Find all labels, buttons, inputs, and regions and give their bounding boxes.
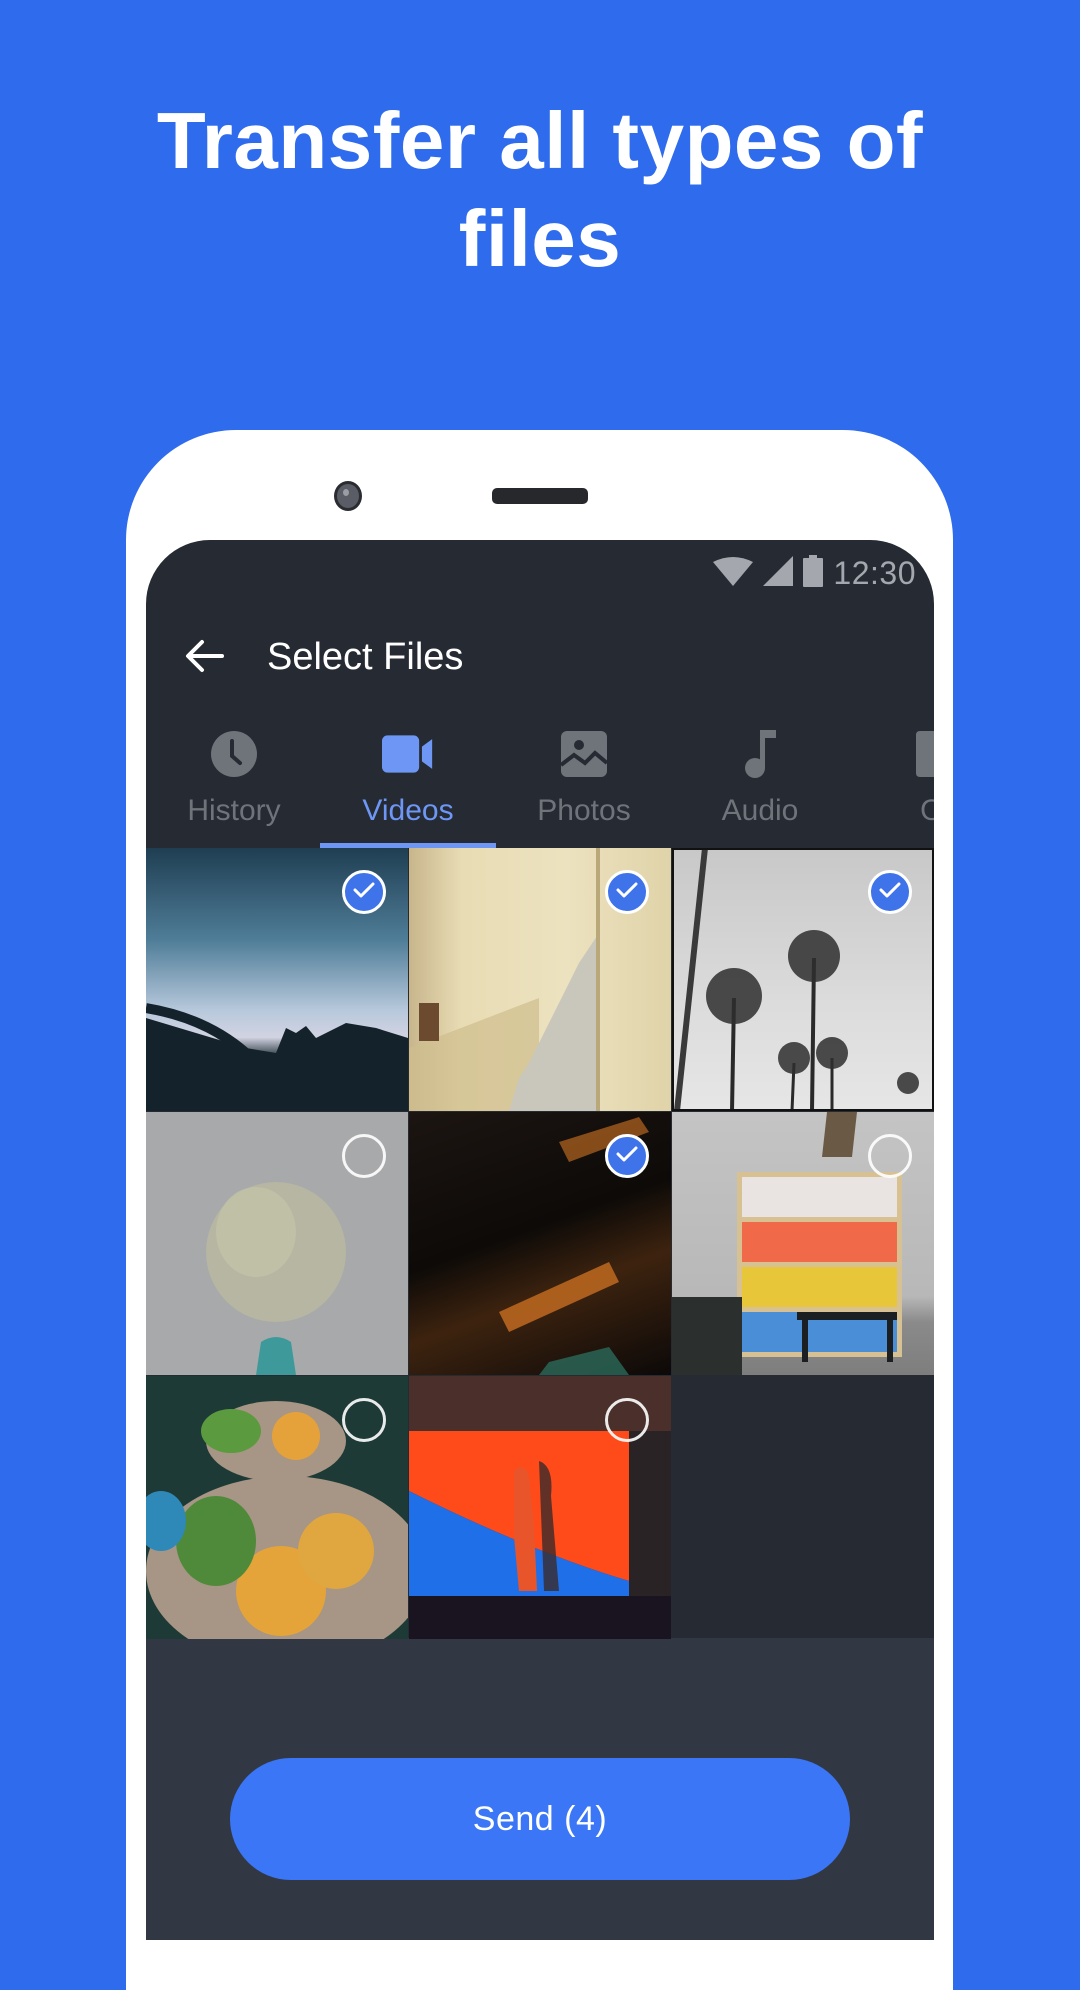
video-thumbnail[interactable] (672, 1112, 934, 1375)
tab-label: History (187, 794, 281, 827)
cell-signal-icon (763, 555, 794, 591)
status-time: 12:30 (833, 554, 916, 591)
battery-icon (803, 554, 824, 592)
tab-photos[interactable]: Photos (496, 710, 672, 848)
selection-checkbox[interactable] (342, 1134, 386, 1178)
checkmark-icon (879, 881, 901, 904)
video-thumbnail[interactable] (409, 1112, 671, 1375)
tab-label: Photos (537, 794, 631, 827)
headline: Transfer all types of files (0, 92, 1080, 288)
selection-checkbox[interactable] (342, 870, 386, 914)
tab-videos[interactable]: Videos (320, 710, 496, 848)
status-bar: 12:30 (713, 548, 916, 598)
file-icon (910, 728, 934, 780)
video-thumbnail[interactable] (146, 1376, 408, 1639)
checkmark-icon (616, 1145, 638, 1168)
arrow-back-icon (184, 638, 224, 679)
selection-checkbox[interactable] (605, 1134, 649, 1178)
selection-checkbox[interactable] (605, 1398, 649, 1442)
back-button[interactable] (176, 630, 232, 686)
tab-other[interactable]: Ot (848, 710, 934, 848)
page-title: Select Files (267, 636, 464, 678)
tab-audio[interactable]: Audio (672, 710, 848, 848)
phone-screen: 12:30 Select Files History Videos Photos… (146, 540, 934, 1940)
selection-checkbox[interactable] (342, 1398, 386, 1442)
selection-checkbox[interactable] (605, 870, 649, 914)
headline-line-2: files (458, 194, 622, 283)
music-note-icon (734, 728, 786, 780)
video-thumbnail[interactable] (146, 1112, 408, 1375)
category-tabs: History Videos Photos Audio Ot (146, 710, 934, 849)
send-button[interactable]: Send (4) (230, 1758, 850, 1880)
clock-icon (208, 728, 260, 780)
wifi-icon (713, 556, 754, 591)
front-camera-icon (334, 481, 362, 511)
tab-history[interactable]: History (146, 710, 322, 848)
video-thumbnail[interactable] (409, 848, 671, 1111)
headline-line-1: Transfer all types of (156, 96, 924, 185)
videocam-icon (382, 728, 434, 780)
video-thumbnail[interactable] (146, 848, 408, 1111)
video-thumbnail[interactable] (672, 848, 934, 1111)
image-icon (558, 728, 610, 780)
video-thumbnail[interactable] (409, 1376, 671, 1639)
checkmark-icon (616, 881, 638, 904)
selection-checkbox[interactable] (868, 870, 912, 914)
tab-label: Videos (362, 794, 454, 827)
selection-checkbox[interactable] (868, 1134, 912, 1178)
toolbar: Select Files (146, 600, 934, 710)
tab-label: Ot (920, 794, 934, 827)
checkmark-icon (353, 881, 375, 904)
tab-label: Audio (721, 794, 799, 827)
earpiece-speaker (492, 488, 588, 504)
